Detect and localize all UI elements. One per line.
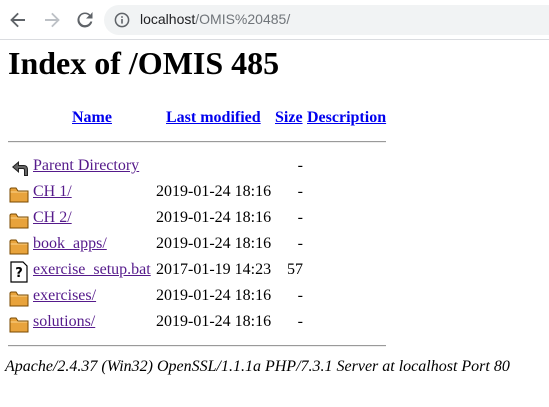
footer-divider <box>8 345 386 347</box>
unknown-file-icon: ? <box>9 261 29 283</box>
modified-date: 2019-01-24 18:16 <box>156 235 272 252</box>
file-row: ? exercise_setup.bat 2017-01-19 14:23 57 <box>0 259 549 283</box>
url-text[interactable]: localhost/OMIS%20485/ <box>140 11 290 27</box>
file-row: book_apps/2019-01-24 18:16 - <box>0 233 549 257</box>
folder-icon <box>9 209 29 231</box>
forward-button[interactable] <box>40 8 64 32</box>
file-size: 57 <box>287 261 303 278</box>
reload-icon <box>77 12 93 28</box>
file-link[interactable]: book_apps/ <box>33 235 107 253</box>
url-host: localhost <box>140 11 196 27</box>
folder-icon <box>9 235 29 257</box>
sort-by-name-link[interactable]: Name <box>72 109 112 127</box>
back-button[interactable] <box>6 8 30 32</box>
file-row: solutions/2019-01-24 18:16 - <box>0 311 549 335</box>
server-signature: Apache/2.4.37 (Win32) OpenSSL/1.1.1a PHP… <box>5 358 510 375</box>
browser-toolbar: localhost/OMIS%20485/ <box>0 0 549 40</box>
folder-icon <box>9 183 29 205</box>
file-link[interactable]: CH 2/ <box>33 209 72 227</box>
header-divider <box>8 141 386 143</box>
file-link[interactable]: Parent Directory <box>33 157 139 175</box>
modified-date: 2019-01-24 18:16 <box>156 209 272 226</box>
url-path: /OMIS%20485/ <box>195 11 291 27</box>
svg-text:?: ? <box>15 266 23 281</box>
modified-date: 2019-01-24 18:16 <box>156 287 272 304</box>
file-row: Parent Directory - <box>0 155 549 179</box>
info-icon[interactable] <box>114 12 130 28</box>
folder-icon <box>9 313 29 335</box>
file-size: - <box>297 209 303 226</box>
reload-button[interactable] <box>73 8 97 32</box>
folder-icon <box>9 287 29 309</box>
back-arrow-icon <box>10 12 25 28</box>
file-link[interactable]: solutions/ <box>33 313 95 331</box>
file-link[interactable]: exercises/ <box>33 287 96 305</box>
file-row: CH 2/2019-01-24 18:16 - <box>0 207 549 231</box>
sort-by-description-link[interactable]: Description <box>307 109 386 127</box>
file-size: - <box>297 235 303 252</box>
page-title: Index of /OMIS 485 <box>8 45 280 81</box>
modified-date: 2017-01-19 14:23 <box>156 261 272 278</box>
file-size: - <box>297 183 303 200</box>
sort-by-modified-link[interactable]: Last modified <box>166 109 261 127</box>
file-row: exercises/2019-01-24 18:16 - <box>0 285 549 309</box>
modified-date: 2019-01-24 18:16 <box>156 183 272 200</box>
modified-date: 2019-01-24 18:16 <box>156 313 272 330</box>
file-link[interactable]: CH 1/ <box>33 183 72 201</box>
sort-by-size-link[interactable]: Size <box>275 109 303 127</box>
file-row: CH 1/2019-01-24 18:16 - <box>0 181 549 205</box>
file-size: - <box>297 313 303 330</box>
address-bar[interactable]: localhost/OMIS%20485/ <box>104 5 549 35</box>
file-size: - <box>297 157 303 174</box>
forward-arrow-icon <box>45 12 60 28</box>
file-size: - <box>297 287 303 304</box>
file-link[interactable]: exercise_setup.bat <box>33 261 151 279</box>
back-arrow-icon <box>9 157 29 179</box>
